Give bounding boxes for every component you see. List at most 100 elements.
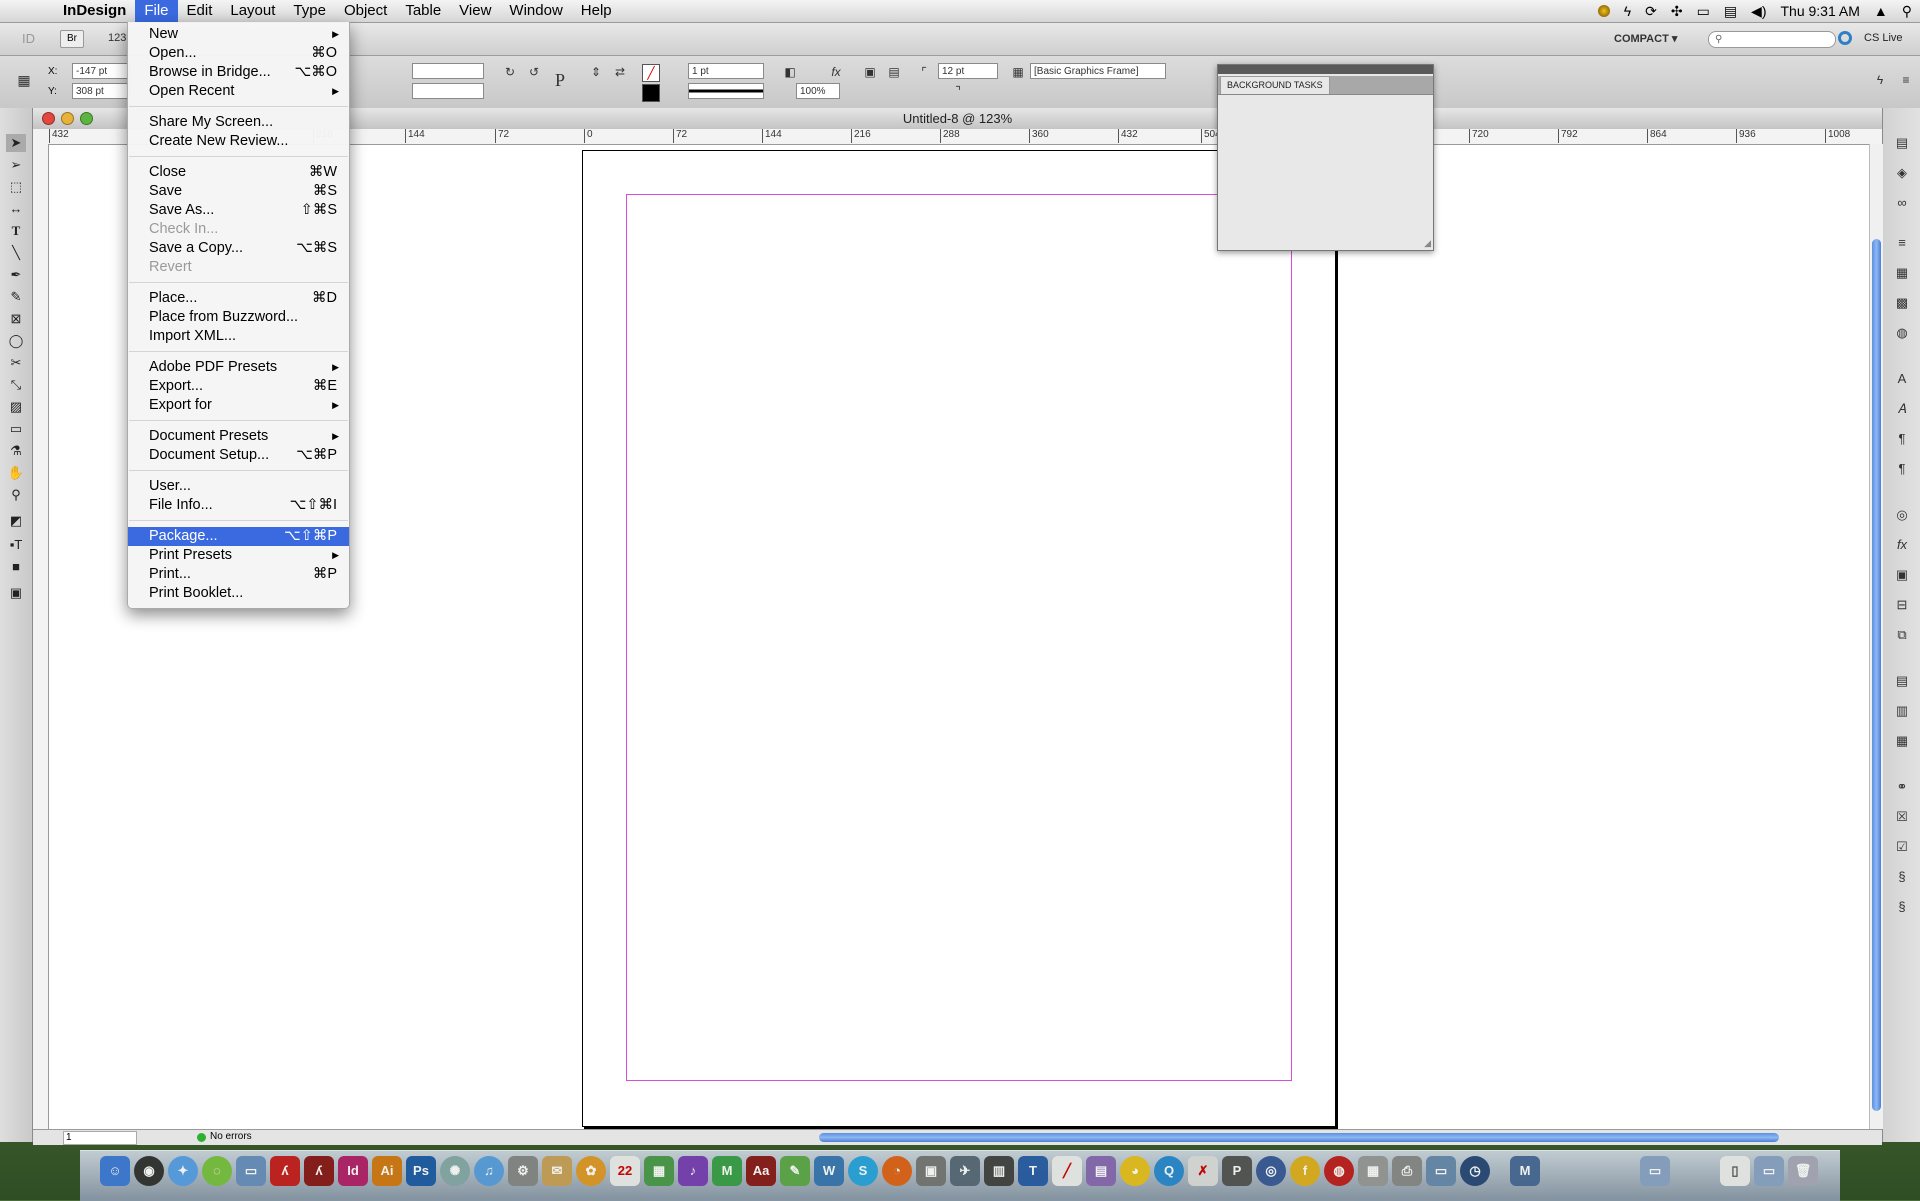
menu-edit[interactable]: Edit (178, 0, 222, 22)
bluetooth-icon[interactable]: ✣ (1671, 3, 1683, 20)
workspace-switcher[interactable]: COMPACT ▾ (1614, 32, 1677, 45)
text-wrap-panel-icon[interactable]: ▣ (1892, 566, 1912, 584)
menu-item-file-info[interactable]: File Info... ⌥⇧⌘I (128, 496, 349, 515)
ellipse-tool-icon[interactable]: ◯ (6, 332, 26, 350)
line-tool-icon[interactable]: ╲ (6, 244, 26, 262)
flip-icon[interactable]: P (552, 71, 568, 89)
menu-item-adobe-pdf-presets[interactable]: Adobe PDF Presets ▶ (128, 358, 349, 377)
menu-item-open[interactable]: Open... ⌘O (128, 44, 349, 63)
gradient-tool-icon[interactable]: ▨ (6, 398, 26, 416)
script-label-panel-icon[interactable]: § (1892, 898, 1912, 916)
menu-item-save[interactable]: Save ⌘S (128, 182, 349, 201)
resize-grip-icon[interactable]: ◢ (1424, 238, 1431, 249)
cs-live-icon[interactable] (1838, 31, 1852, 45)
horizontal-scroll-thumb[interactable] (819, 1133, 1779, 1142)
app-icon[interactable]: ▦ (644, 1156, 674, 1186)
menu-type[interactable]: Type (284, 0, 335, 22)
fill-stroke-icon[interactable]: ◩ (6, 512, 26, 530)
app-icon[interactable]: P (1222, 1156, 1252, 1186)
app-icon[interactable]: ▣ (916, 1156, 946, 1186)
app-icon[interactable]: ▤ (1086, 1156, 1116, 1186)
links-panel-icon[interactable]: ∞ (1892, 194, 1912, 212)
menu-item-package[interactable]: Package... ⌥⇧⌘P (128, 527, 349, 546)
effects-icon[interactable]: fx (828, 64, 844, 80)
display-icon[interactable]: ▭ (1697, 3, 1710, 20)
folder-icon[interactable]: ▭ (1640, 1156, 1670, 1186)
app-icon[interactable]: ▭ (1426, 1156, 1456, 1186)
swatches-panel-icon[interactable]: ▩ (1892, 294, 1912, 312)
free-transform-tool-icon[interactable]: ⤡ (6, 376, 26, 394)
menu-item-share-my-screen[interactable]: Share My Screen... (128, 113, 349, 132)
app-icon[interactable]: M (1510, 1156, 1540, 1186)
acrobat-pro-icon[interactable]: ʎ (304, 1156, 334, 1186)
dashboard-icon[interactable]: ◉ (134, 1156, 164, 1186)
background-tasks-tab[interactable]: BACKGROUND TASKS (1220, 76, 1330, 94)
preflight-status[interactable]: No errors (210, 1131, 252, 1142)
menu-item-close[interactable]: Close ⌘W (128, 163, 349, 182)
document-icon[interactable]: ▯ (1720, 1156, 1750, 1186)
layers-panel-icon[interactable]: ◈ (1892, 164, 1912, 182)
page-number-field[interactable]: 1 (63, 1131, 137, 1145)
app-icon[interactable]: ✺ (440, 1156, 470, 1186)
app-icon[interactable]: ╱ (1052, 1156, 1082, 1186)
apply-color-icon[interactable]: ■ (6, 558, 26, 576)
eyedropper-tool-icon[interactable]: ⚗ (6, 442, 26, 460)
facebook-icon[interactable]: f (1290, 1156, 1320, 1186)
paragraph-panel-icon[interactable]: ¶ (1892, 430, 1912, 448)
shear-field[interactable] (412, 83, 484, 99)
corner-size-field[interactable]: 12 pt (938, 63, 998, 79)
character-panel-icon[interactable]: A (1892, 370, 1912, 388)
select-next-icon[interactable]: ⇄ (612, 64, 628, 80)
rotate-icon[interactable]: ↻ (502, 64, 518, 80)
menu-item-document-setup[interactable]: Document Setup... ⌥⌘P (128, 446, 349, 465)
gradient-panel-icon[interactable]: ◍ (1892, 324, 1912, 342)
app-icon[interactable]: ✿ (576, 1156, 606, 1186)
scripts-panel-icon[interactable]: § (1892, 868, 1912, 886)
menu-item-export-for[interactable]: Export for ▶ (128, 396, 349, 415)
app-icon[interactable]: ▥ (984, 1156, 1014, 1186)
vertical-ruler[interactable] (33, 144, 49, 1129)
vertical-scroll-thumb[interactable] (1872, 239, 1881, 1111)
menu-item-save-as[interactable]: Save As... ⇧⌘S (128, 201, 349, 220)
panel-drag-bar[interactable] (1218, 65, 1433, 74)
menu-item-document-presets[interactable]: Document Presets ▶ (128, 427, 349, 446)
menu-table[interactable]: Table (396, 0, 450, 22)
direct-selection-tool-icon[interactable]: ➢ (6, 156, 26, 174)
corner-shape-select[interactable]: ⌝ (938, 83, 978, 99)
stroke-panel-icon[interactable]: ≡ (1892, 234, 1912, 252)
panel-menu-icon[interactable]: ≡ (1898, 72, 1914, 88)
stroke-swatch-icon[interactable] (642, 84, 660, 102)
note-tool-icon[interactable]: ▭ (6, 420, 26, 438)
rotation-field[interactable] (412, 63, 484, 79)
menu-item-export[interactable]: Export... ⌘E (128, 377, 349, 396)
user-icon[interactable]: ▲ (1874, 3, 1888, 19)
app-icon[interactable]: M (712, 1156, 742, 1186)
menu-item-import-xml[interactable]: Import XML... (128, 327, 349, 346)
app-icon[interactable]: ✉ (542, 1156, 572, 1186)
folder-icon[interactable]: ▭ (1754, 1156, 1784, 1186)
spotlight-icon[interactable]: ⚲ (1902, 3, 1912, 20)
ichat-icon[interactable]: ◌ (202, 1156, 232, 1186)
firefox-icon[interactable]: ◔ (882, 1156, 912, 1186)
stroke-type-select[interactable] (688, 83, 764, 99)
vertical-scrollbar[interactable] (1869, 144, 1883, 1129)
menu-item-new[interactable]: New ▶ (128, 25, 349, 44)
ical-icon[interactable]: 22 (610, 1156, 640, 1186)
opacity-field[interactable]: 100% (796, 83, 840, 99)
safari-icon[interactable]: ✦ (168, 1156, 198, 1186)
formatting-affects-icon[interactable]: ▪T (6, 536, 26, 554)
info-panel-icon[interactable]: ☒ (1892, 808, 1912, 826)
drop-shadow-icon[interactable]: ◧ (782, 64, 798, 80)
paragraph-styles-panel-icon[interactable]: ¶ (1892, 460, 1912, 478)
app-menu[interactable]: InDesign (54, 0, 135, 22)
object-style-select[interactable]: [Basic Graphics Frame] (1030, 63, 1166, 79)
page-tool-icon[interactable]: ⬚ (6, 178, 26, 196)
menu-object[interactable]: Object (335, 0, 396, 22)
menu-item-print-presets[interactable]: Print Presets ▶ (128, 546, 349, 565)
reference-point-icon[interactable]: ▦ (16, 72, 32, 88)
character-styles-panel-icon[interactable]: 𝐴 (1892, 400, 1912, 418)
menu-help[interactable]: Help (572, 0, 621, 22)
app-icon[interactable]: ⎙ (1392, 1156, 1422, 1186)
menu-item-save-a-copy[interactable]: Save a Copy... ⌥⌘S (128, 239, 349, 258)
object-styles-panel-icon[interactable]: ◎ (1892, 506, 1912, 524)
